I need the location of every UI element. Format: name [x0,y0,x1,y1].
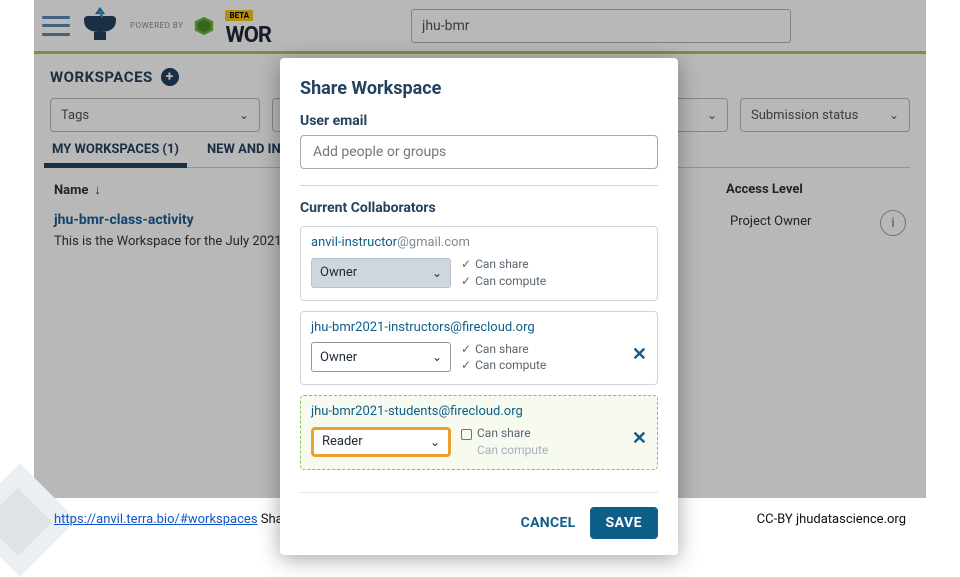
chevron-down-icon: ⌄ [432,266,442,280]
user-email-label: User email [300,113,658,129]
share-workspace-modal: Share Workspace User email Current Colla… [280,58,678,555]
can-compute-disabled: Can compute [461,442,548,459]
user-email-input[interactable] [300,135,658,169]
chevron-down-icon: ⌄ [432,350,442,364]
chevron-down-icon: ⌄ [430,435,440,449]
permissions: ✓Can share ✓Can compute [461,256,546,290]
attribution: CC-BY jhudatascience.org [757,512,906,527]
collaborator-row: jhu-bmr2021-instructors@firecloud.org Ow… [300,311,658,386]
collaborator-email: jhu-bmr2021-instructors@firecloud.org [311,320,647,335]
role-select[interactable]: Reader⌄ [311,427,451,457]
collaborator-email: anvil-instructor@gmail.com [311,235,647,250]
can-share-checkbox[interactable]: Can share [461,425,548,442]
remove-collaborator-button[interactable]: ✕ [632,428,647,449]
source-link[interactable]: https://anvil.terra.bio/#workspaces [54,512,258,527]
remove-collaborator-button[interactable]: ✕ [632,344,647,365]
modal-title: Share Workspace [300,78,658,99]
save-button[interactable]: SAVE [590,507,659,539]
role-select[interactable]: Owner⌄ [311,258,451,288]
cancel-button[interactable]: CANCEL [521,507,576,539]
collaborators-label: Current Collaborators [300,200,658,216]
permissions: ✓Can share ✓Can compute [461,341,546,375]
collaborator-row: jhu-bmr2021-students@firecloud.org Reade… [300,395,658,470]
permissions: Can share Can compute [461,425,548,459]
collaborator-email: jhu-bmr2021-students@firecloud.org [311,404,647,419]
collaborator-row: anvil-instructor@gmail.com Owner⌄ ✓Can s… [300,226,658,301]
role-select[interactable]: Owner⌄ [311,342,451,372]
